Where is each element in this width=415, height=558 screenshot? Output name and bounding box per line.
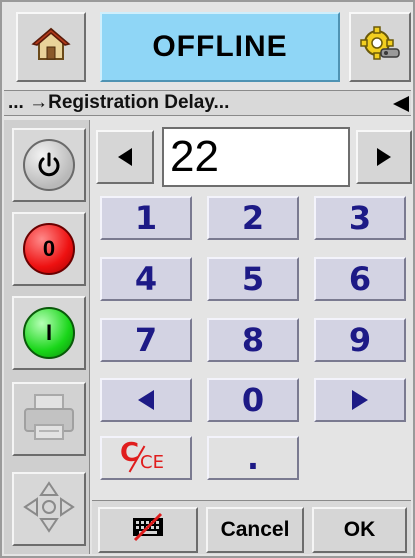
- stop-label: 0: [23, 223, 75, 275]
- home-icon: [31, 25, 71, 70]
- value-input[interactable]: 22: [162, 127, 350, 187]
- clear-entry-label: C CE: [116, 438, 176, 476]
- move-arrows-icon: [21, 479, 77, 540]
- key-9[interactable]: 9: [314, 318, 406, 362]
- power-button[interactable]: [12, 128, 86, 202]
- decrement-button[interactable]: [96, 130, 154, 184]
- key-3[interactable]: 3: [314, 196, 406, 240]
- bottom-bar: Cancel OK: [92, 500, 411, 554]
- home-button[interactable]: [16, 12, 86, 82]
- arrow-right-icon: [377, 148, 391, 166]
- status-title: OFFLINE: [100, 12, 340, 82]
- arrow-left-icon: [118, 148, 132, 166]
- printer-icon: [21, 391, 77, 448]
- keyboard-toggle-button[interactable]: [98, 507, 198, 553]
- key-0[interactable]: 0: [207, 378, 299, 422]
- key-1[interactable]: 1: [100, 196, 192, 240]
- clear-entry-button[interactable]: C CE: [100, 436, 192, 480]
- key-5[interactable]: 5: [207, 257, 299, 301]
- key-6[interactable]: 6: [314, 257, 406, 301]
- clear-main-label: C: [120, 438, 140, 468]
- start-button[interactable]: I: [12, 296, 86, 370]
- arrow-right-icon: [352, 390, 368, 410]
- cancel-button[interactable]: Cancel: [206, 507, 304, 553]
- keyboard-disabled-icon: [131, 512, 165, 548]
- gear-icon: [359, 25, 401, 70]
- clear-sub-label: CE: [140, 452, 164, 473]
- navigate-button[interactable]: [12, 472, 86, 546]
- left-panel: 0 I: [4, 120, 90, 554]
- key-4[interactable]: 4: [100, 257, 192, 301]
- stop-button[interactable]: 0: [12, 212, 86, 286]
- power-icon: [23, 139, 75, 191]
- arrow-left-icon: [138, 390, 154, 410]
- decimal-point-button[interactable]: .: [207, 436, 299, 480]
- breadcrumb: ... →Registration Delay...: [4, 90, 411, 116]
- key-2[interactable]: 2: [207, 196, 299, 240]
- start-label: I: [23, 307, 75, 359]
- increment-button[interactable]: [356, 130, 412, 184]
- print-button[interactable]: [12, 382, 86, 456]
- breadcrumb-text: ... →Registration Delay...: [8, 92, 230, 113]
- cursor-left-button[interactable]: [100, 378, 192, 422]
- back-arrow-icon[interactable]: [393, 96, 409, 112]
- setup-button[interactable]: [349, 12, 411, 82]
- ok-button[interactable]: OK: [312, 507, 407, 553]
- key-7[interactable]: 7: [100, 318, 192, 362]
- key-8[interactable]: 8: [207, 318, 299, 362]
- cursor-right-button[interactable]: [314, 378, 406, 422]
- top-bar: OFFLINE: [4, 4, 411, 86]
